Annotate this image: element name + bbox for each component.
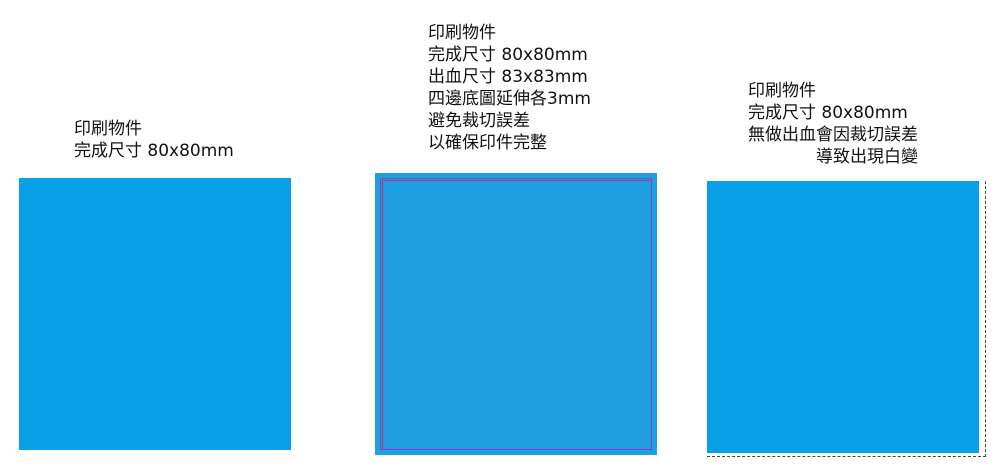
caption-line: 以確保印件完整 bbox=[428, 133, 547, 153]
caption-line: 無做出血會因裁切誤差 bbox=[748, 125, 918, 145]
caption-with-bleed: 印刷物件 完成尺寸 80x80mm 出血尺寸 83x83mm 四邊底圖延伸各3m… bbox=[428, 22, 591, 154]
caption-line: 導致出現白變 bbox=[816, 147, 918, 167]
caption-finished-size: 印刷物件 完成尺寸 80x80mm bbox=[74, 118, 234, 162]
caption-line: 印刷物件 bbox=[428, 23, 496, 43]
cut-outline-dashed bbox=[707, 181, 986, 457]
caption-line: 四邊底圖延伸各3mm bbox=[428, 89, 591, 109]
caption-no-bleed: 印刷物件 完成尺寸 80x80mm 無做出血會因裁切誤差 導致出現白變 bbox=[748, 80, 918, 168]
caption-line: 完成尺寸 80x80mm bbox=[74, 141, 234, 161]
caption-line: 避免裁切誤差 bbox=[428, 111, 530, 131]
caption-line: 完成尺寸 80x80mm bbox=[428, 45, 588, 65]
caption-line: 出血尺寸 83x83mm bbox=[428, 67, 588, 87]
caption-line: 印刷物件 bbox=[748, 81, 816, 101]
caption-line: 印刷物件 bbox=[74, 119, 142, 139]
trim-line-inner bbox=[382, 180, 652, 450]
finished-square bbox=[19, 178, 291, 450]
caption-line: 完成尺寸 80x80mm bbox=[748, 103, 908, 123]
